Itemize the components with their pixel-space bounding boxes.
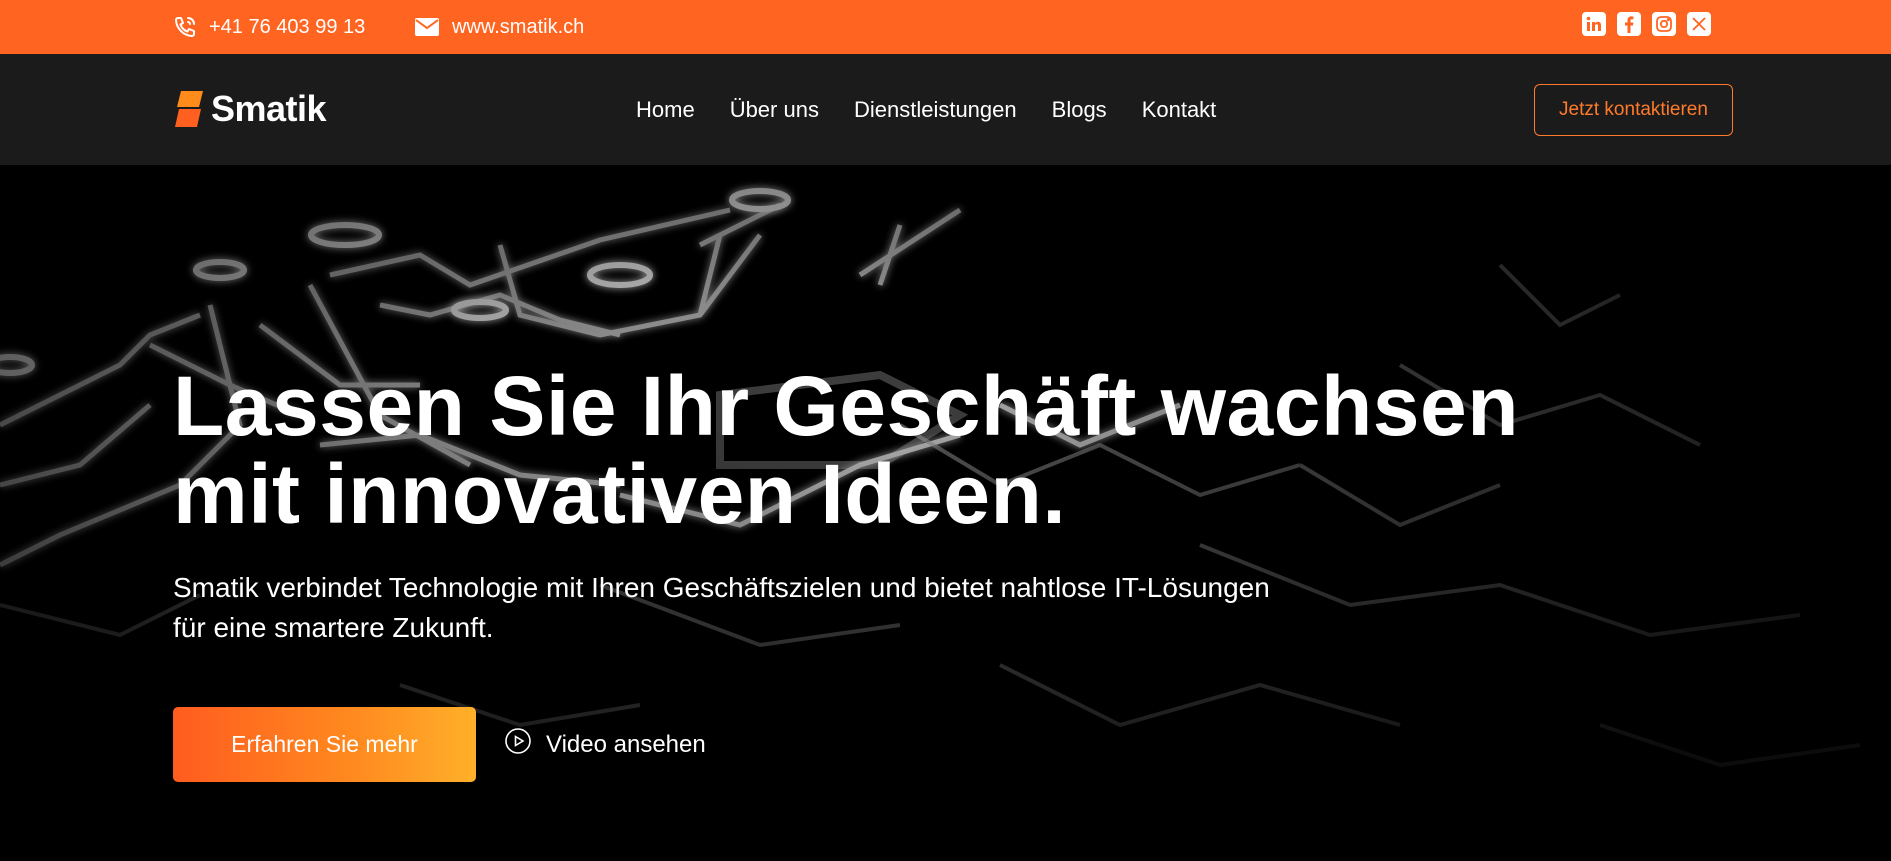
hero-section: Lassen Sie Ihr Geschäft wachsen mit inno… — [0, 165, 1891, 861]
facebook-icon[interactable] — [1617, 12, 1641, 36]
hero-title: Lassen Sie Ihr Geschäft wachsen mit inno… — [173, 362, 1673, 538]
instagram-icon[interactable] — [1652, 12, 1676, 36]
top-website[interactable]: www.smatik.ch — [414, 0, 584, 54]
play-circle-icon — [504, 727, 532, 762]
logo-text: Smatik — [211, 88, 327, 129]
hero-title-line-2: mit innovativen Ideen. — [173, 447, 1067, 541]
x-icon[interactable] — [1687, 12, 1711, 36]
nav-item-ueber-uns[interactable]: Über uns — [730, 97, 819, 123]
nav-item-dienstleistungen[interactable]: Dienstleistungen — [854, 97, 1017, 123]
hero-title-line-1: Lassen Sie Ihr Geschäft wachsen — [173, 359, 1520, 453]
contact-now-button[interactable]: Jetzt kontaktieren — [1534, 84, 1733, 136]
nav-item-kontakt[interactable]: Kontakt — [1142, 97, 1217, 123]
top-phone[interactable]: +41 76 403 99 13 — [173, 0, 365, 54]
nav-item-blogs[interactable]: Blogs — [1052, 97, 1107, 123]
nav-item-home[interactable]: Home — [636, 97, 695, 123]
phone-icon — [173, 15, 197, 39]
email-icon — [414, 17, 440, 37]
website-link: www.smatik.ch — [452, 15, 585, 38]
learn-more-button[interactable]: Erfahren Sie mehr — [173, 707, 476, 782]
nav-menu: Home Über uns Dienstleistungen Blogs Kon… — [636, 54, 1216, 165]
linkedin-icon[interactable] — [1582, 12, 1606, 36]
hero-subtitle-line-2: für eine smartere Zukunft. — [173, 612, 494, 643]
watch-video-label: Video ansehen — [546, 730, 706, 758]
top-bar: +41 76 403 99 13 www.smatik.ch — [0, 0, 1891, 54]
logo[interactable]: Smatik — [173, 88, 327, 130]
main-nav: Smatik Home Über uns Dienstleistungen Bl… — [0, 54, 1891, 165]
watch-video-button[interactable]: Video ansehen — [504, 707, 706, 782]
social-links — [1582, 12, 1711, 36]
phone-number: +41 76 403 99 13 — [209, 15, 366, 38]
hero-subtitle-line-1: Smatik verbindet Technologie mit Ihren G… — [173, 572, 1270, 603]
logo-mark-icon — [173, 89, 205, 129]
hero-subtitle: Smatik verbindet Technologie mit Ihren G… — [173, 568, 1383, 648]
